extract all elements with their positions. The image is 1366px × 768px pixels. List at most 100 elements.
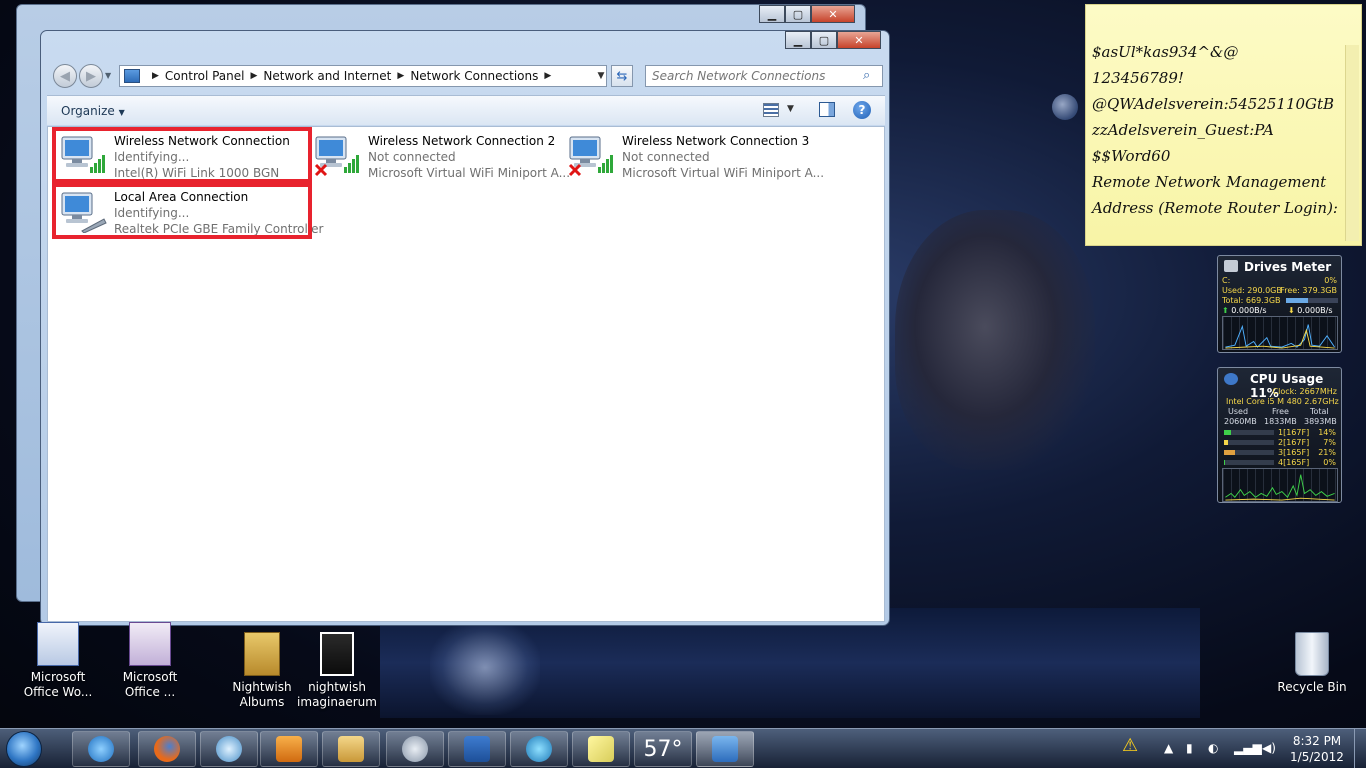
arrow-left-icon: ◀ xyxy=(60,68,70,84)
taskbar-internet-explorer[interactable] xyxy=(72,731,130,767)
taskbar-weather[interactable]: 57° xyxy=(634,731,692,767)
taskbar-firefox[interactable] xyxy=(138,731,196,767)
address-dropdown-button[interactable]: ▼ xyxy=(593,65,609,87)
drive-write-value: 0.000B/s xyxy=(1297,306,1333,315)
audio-wave-icon xyxy=(216,736,242,762)
refresh-icon: ⇆ xyxy=(616,68,628,84)
chevron-down-icon: ▼ xyxy=(597,71,605,81)
cpu-core-row: 1[167F] 14% xyxy=(1224,428,1336,437)
minimize-button[interactable]: ▁ xyxy=(785,31,811,49)
breadcrumb-separator-icon[interactable]: ▶ xyxy=(251,71,258,81)
search-icon[interactable]: ⌕ xyxy=(863,68,870,83)
desktop-icon-office-other[interactable]: Microsoft Office ... xyxy=(110,622,190,700)
action-center-warning-icon[interactable]: ⚠ xyxy=(1122,735,1138,756)
connection-item-wireless-3[interactable]: Wireless Network Connection 3 Not connec… xyxy=(562,129,824,181)
breadcrumb-control-panel[interactable]: Control Panel xyxy=(165,69,245,83)
desktop-icon-nightwish-imaginaerum[interactable]: nightwish imaginaerum xyxy=(297,632,377,710)
cpu-core-pct: 21% xyxy=(1318,448,1336,457)
media-file-icon xyxy=(320,632,354,676)
taskbar-sticky-notes[interactable] xyxy=(572,731,630,767)
desktop-icon-recycle-bin[interactable]: Recycle Bin xyxy=(1272,632,1352,695)
back-button[interactable]: ◀ xyxy=(53,64,77,88)
taskbar-tasks[interactable] xyxy=(448,731,506,767)
control-panel-icon xyxy=(712,736,738,762)
sticky-note-line: $asUl*kas934^&@ xyxy=(1092,43,1239,61)
close-button[interactable]: ✕ xyxy=(811,5,855,23)
desktop-wallpaper-figure xyxy=(895,210,1095,470)
connection-name: Wireless Network Connection 2 xyxy=(368,134,556,148)
media-player-icon xyxy=(276,736,302,762)
connections-list: Wireless Network Connection Identifying.… xyxy=(47,126,885,622)
change-view-button[interactable] xyxy=(763,103,779,117)
system-clock[interactable]: 8:32 PM 1/5/2012 xyxy=(1282,733,1352,765)
desktop-icon-office-word[interactable]: Microsoft Office Wo... xyxy=(18,622,98,700)
highlight-box-wireless xyxy=(52,127,312,183)
show-hidden-icons-button[interactable]: ▲ xyxy=(1164,741,1173,755)
start-button[interactable] xyxy=(6,731,42,767)
word-document-icon xyxy=(37,622,79,666)
clock-date: 1/5/2012 xyxy=(1290,750,1344,764)
sticky-note-scrollbar[interactable] xyxy=(1345,45,1359,241)
breadcrumb-network-connections[interactable]: Network Connections xyxy=(410,69,538,83)
maximize-button[interactable]: ▢ xyxy=(785,5,811,23)
network-signal-icon[interactable]: ▂▄▆ xyxy=(1234,741,1262,755)
breadcrumb-separator-icon[interactable]: ▶ xyxy=(544,71,551,81)
desktop-icon-label: Nightwish Albums xyxy=(232,680,292,709)
search-input[interactable] xyxy=(645,65,883,87)
volume-icon[interactable]: ◀) xyxy=(1262,741,1276,755)
cpu-core-label: 3[165F] xyxy=(1278,448,1310,457)
desktop-moon xyxy=(1052,94,1078,120)
connection-status: Not connected xyxy=(622,150,710,164)
globe-icon xyxy=(526,736,552,762)
sticky-note[interactable]: $asUl*kas934^&@ 123456789! @QWAdelsverei… xyxy=(1085,4,1362,246)
device-icon[interactable]: ▮ xyxy=(1186,741,1193,755)
desktop-icon-nightwish-albums[interactable]: Nightwish Albums xyxy=(222,632,302,710)
minimize-button[interactable]: ▁ xyxy=(759,5,785,23)
taskbar-control-panel[interactable] xyxy=(696,731,754,767)
breadcrumb-separator-icon[interactable]: ▶ xyxy=(397,71,404,81)
network-connections-window[interactable]: ▁ ▢ ✕ ◀ ▶ ▼ ▶ Control Panel ▶ Network an… xyxy=(40,30,890,626)
desktop-icon-label: Microsoft Office Wo... xyxy=(23,670,93,699)
connection-item-wireless-2[interactable]: Wireless Network Connection 2 Not connec… xyxy=(308,129,570,181)
cpu-usage-gadget[interactable]: CPU Usage 11% Clock: 2667MHz Intel Core … xyxy=(1217,367,1342,503)
organize-button[interactable]: Organize ▼ xyxy=(61,104,125,118)
address-bar[interactable]: ▶ Control Panel ▶ Network and Internet ▶… xyxy=(119,65,607,87)
cpu-core-label: 1[167F] xyxy=(1278,428,1310,437)
breadcrumb-separator-icon[interactable]: ▶ xyxy=(152,71,159,81)
cpu-processor: Intel Core i5 M 480 2.67GHz xyxy=(1226,397,1339,406)
drives-meter-gadget[interactable]: Drives Meter C: 0% Used: 290.0GB Free: 3… xyxy=(1217,255,1342,353)
cpu-history-graph xyxy=(1222,468,1338,502)
close-button[interactable]: ✕ xyxy=(837,31,881,49)
help-button[interactable]: ? xyxy=(853,101,871,119)
drive-letter: C: xyxy=(1222,276,1231,285)
breadcrumb-network-and-internet[interactable]: Network and Internet xyxy=(263,69,391,83)
background-window-controls: ▁ ▢ ✕ xyxy=(759,5,855,23)
folder-icon xyxy=(244,632,280,676)
checkmark-icon xyxy=(464,736,490,762)
cpu-core-pct: 14% xyxy=(1318,428,1336,437)
sticky-note-line: 123456789! xyxy=(1092,69,1184,87)
taskbar-explorer[interactable] xyxy=(322,731,380,767)
taskbar-hp[interactable] xyxy=(386,731,444,767)
show-desktop-button[interactable] xyxy=(1354,729,1366,768)
power-icon[interactable]: ◐ xyxy=(1208,741,1218,755)
preview-pane-button[interactable] xyxy=(819,102,835,117)
internet-explorer-icon xyxy=(88,736,114,762)
maximize-button[interactable]: ▢ xyxy=(811,31,837,49)
drive-icon xyxy=(1224,260,1238,272)
cpu-core-fill xyxy=(1224,440,1228,445)
network-disconnected-icon xyxy=(568,136,613,177)
refresh-button[interactable]: ⇆ xyxy=(611,65,633,87)
cpu-core-pct: 7% xyxy=(1323,438,1336,447)
cpu-core-row: 4[165F] 0% xyxy=(1224,458,1336,467)
taskbar-media-player[interactable] xyxy=(260,731,318,767)
taskbar-audio-app[interactable] xyxy=(200,731,258,767)
control-panel-icon xyxy=(124,69,140,83)
drive-read-rate: ⬆ 0.000B/s xyxy=(1222,306,1267,315)
forward-button[interactable]: ▶ xyxy=(79,64,103,88)
recent-pages-dropdown[interactable]: ▼ xyxy=(105,71,111,80)
taskbar-orb-app[interactable] xyxy=(510,731,568,767)
sticky-note-line: Address (Remote Router Login): xyxy=(1092,199,1338,217)
folder-icon xyxy=(338,736,364,762)
view-options-dropdown[interactable]: ▼ xyxy=(787,104,794,114)
